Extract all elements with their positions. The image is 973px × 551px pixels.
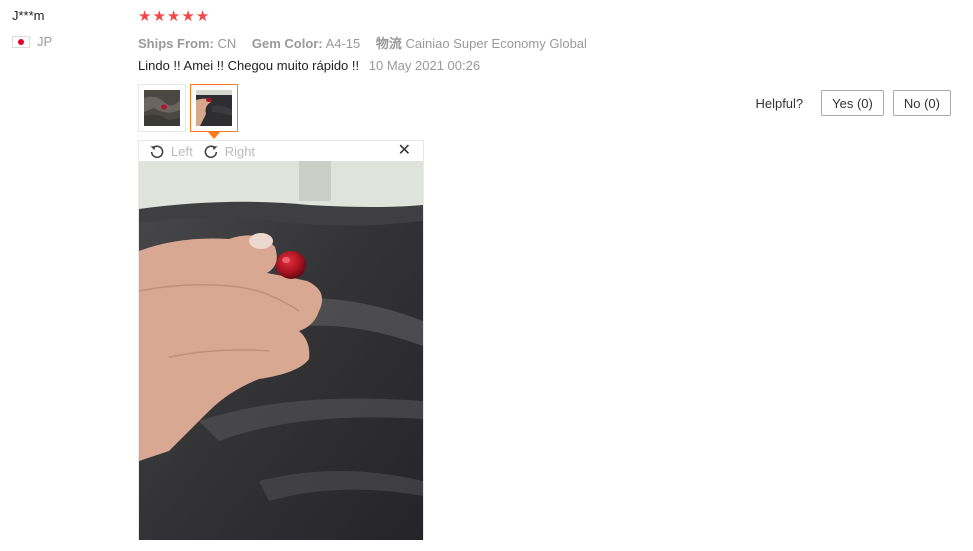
close-icon[interactable]: ✕	[398, 143, 411, 159]
rotate-left-icon	[150, 145, 164, 159]
attribute-key: Ships From:	[138, 36, 214, 51]
reviewer-country: JP	[12, 34, 52, 49]
rotate-left-label: Left	[171, 143, 193, 159]
review-photo-large	[139, 161, 423, 540]
reviewer-name: J***m	[12, 8, 45, 23]
rotate-left-button[interactable]: Left	[149, 143, 193, 159]
attribute-logistics: 物流 Cainiao Super Economy Global	[376, 36, 587, 51]
star-icon: ★	[138, 8, 152, 25]
review-date: 10 May 2021 00:26	[368, 58, 481, 73]
thumbnail-image	[144, 90, 180, 126]
attribute-value: Cainiao Super Economy Global	[405, 36, 587, 51]
review-text: Lindo !! Amei !! Chegou muito rápido !!	[138, 58, 360, 73]
rotate-right-button[interactable]: Right	[203, 143, 255, 159]
review-thumbnails	[138, 84, 238, 139]
attribute-value: A4-15	[325, 36, 361, 51]
review-body: Lindo !! Amei !! Chegou muito rápido !! …	[138, 58, 480, 73]
country-code: JP	[37, 34, 53, 49]
star-icon: ★	[166, 8, 181, 25]
order-attributes: Ships From: CN Gem Color: A4-15 物流 Caini…	[138, 33, 599, 52]
viewer-toolbar: Left Right ✕	[139, 141, 423, 161]
thumbnail-image	[196, 90, 232, 126]
helpful-vote: Helpful? Yes (0) No (0)	[755, 90, 951, 116]
attribute-ships-from: Ships From: CN	[138, 36, 240, 51]
review-thumbnail-active[interactable]	[190, 84, 238, 139]
attribute-value: CN	[217, 36, 237, 51]
attribute-key: 物流	[375, 36, 402, 51]
helpful-label: Helpful?	[755, 95, 804, 111]
japan-flag-icon	[12, 35, 30, 48]
attribute-key: Gem Color:	[251, 36, 323, 51]
helpful-no-button[interactable]: No (0)	[892, 90, 951, 116]
review-thumbnail[interactable]	[138, 84, 186, 132]
rotate-right-icon	[204, 145, 218, 159]
star-icon: ★	[181, 8, 195, 25]
star-icon: ★	[195, 8, 210, 25]
image-viewer: Left Right ✕	[138, 140, 424, 540]
star-icon: ★	[152, 8, 166, 25]
star-rating: ★ ★ ★ ★ ★	[138, 8, 209, 25]
helpful-yes-button[interactable]: Yes (0)	[821, 90, 884, 116]
attribute-gem-color: Gem Color: A4-15	[252, 36, 364, 51]
rotate-right-label: Right	[224, 143, 256, 159]
